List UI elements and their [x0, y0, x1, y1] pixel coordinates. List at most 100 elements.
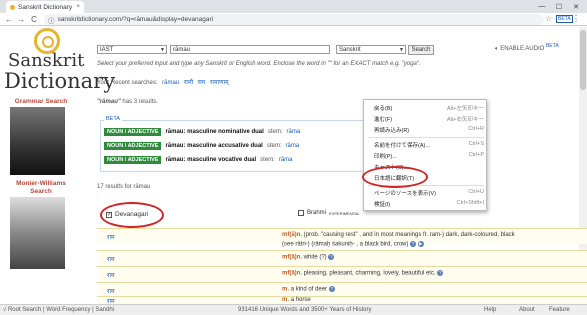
entry-meaning: m. a kind of deer ? [282, 286, 335, 293]
search-input[interactable]: rāmau [170, 45, 330, 54]
menu-item-inspect[interactable]: 検証(I) Ctrl+Shift+I [374, 200, 484, 208]
browser-tabstrip [0, 0, 587, 13]
entry-devanagari[interactable]: राम [107, 255, 115, 263]
menu-item-label: 戻る(B) [374, 106, 393, 112]
entry-gender: mf(ā)n. [282, 254, 302, 261]
menu-item-print[interactable]: 印刷(P)... Ctrl+P [374, 152, 484, 160]
brahmi-checkbox[interactable] [298, 210, 304, 216]
noun-adjective-badge: NOUN / ADJECTIVE [104, 141, 162, 150]
entry-devanagari[interactable]: राम [107, 287, 115, 295]
search-input-value: rāmau [173, 46, 191, 53]
menu-item-view-source[interactable]: ページのソースを表示(V) Ctrl+U [374, 189, 484, 197]
help-link[interactable]: Help [484, 307, 496, 313]
stem-label: stem: [267, 128, 283, 135]
menu-item-shortcut: Ctrl+U [468, 189, 484, 195]
grammar-row: NOUN / ADJECTIVE rāmau: masculine vocati… [104, 155, 293, 164]
enable-audio-toggle[interactable]: 🔈︎ ENABLE AUDIO BETA [495, 43, 559, 53]
recent-link[interactable]: रामौ [184, 80, 193, 86]
extension-badge[interactable]: BETA [556, 15, 573, 23]
panini-portrait[interactable] [10, 107, 65, 175]
menu-item-shortcut: Alt+右矢印キー [446, 117, 484, 123]
result-count-text: has 3 results. [122, 99, 159, 105]
maximize-icon[interactable]: ☐ [552, 0, 566, 13]
entry-meaning: mf(ā)n. pleasing, pleasant, charming, lo… [282, 270, 444, 277]
menu-item-save-as[interactable]: 名前を付けて保存(A)... Ctrl+S [374, 141, 484, 149]
play-icon[interactable]: ▶ [417, 241, 424, 247]
browser-menu-icon[interactable]: ⋮ [572, 14, 580, 23]
stem-link[interactable]: rāma [286, 143, 300, 149]
chevron-down-icon: ▼ [160, 46, 165, 53]
logo-line1[interactable]: Sanskrit [8, 50, 84, 71]
devanagari-checkbox[interactable] [106, 211, 112, 218]
entry-devanagari[interactable]: राम [107, 271, 115, 279]
recent-link[interactable]: रामाणाम् [210, 80, 229, 86]
tab-title: Sanskrit Dictionary [18, 3, 73, 11]
tab-close-icon[interactable]: × [76, 4, 80, 10]
search-hint: Select your preferred input and type any… [97, 61, 421, 67]
info-icon[interactable]: ? [328, 254, 335, 260]
forward-icon[interactable]: → [16, 14, 26, 24]
stem-label: stem: [266, 142, 282, 149]
mw-search-link-line2[interactable]: Search [6, 188, 76, 195]
menu-item-label: 名前を付けて保存(A)... [374, 143, 430, 149]
feature-link[interactable]: Feature [549, 307, 570, 313]
menu-separator [368, 137, 484, 138]
recent-link[interactable]: राम [198, 80, 206, 86]
back-icon[interactable]: ← [4, 14, 14, 24]
stem-link[interactable]: rāma [279, 157, 293, 163]
devanagari-toggle[interactable]: Devanagari [106, 211, 148, 218]
mw-search-link-line1[interactable]: Monier-Williams [6, 180, 76, 187]
entry-text: a horse [290, 297, 311, 303]
context-menu: 戻る(B) Alt+左矢印キー 進む(F) Alt+右矢印キー 再読み込み(R) Ct… [363, 99, 487, 211]
menu-item-forward[interactable]: 進む(F) Alt+右矢印キー [374, 115, 484, 123]
dictionary-table: राम mf(ā)n. (prob. "causing rest" , and … [97, 228, 587, 305]
beta-label: BETA [104, 116, 122, 122]
recent-searches: Your Recent searches: rāmau रामौ राम राम… [97, 78, 229, 86]
grammar-form: rāmau: masculine nominative dual [165, 128, 264, 135]
grammar-form: rāmau: masculine vocative dual [165, 156, 257, 163]
output-scheme-value: Sanskrit [339, 46, 361, 53]
menu-item-label: 進む(F) [374, 117, 393, 123]
minimize-icon[interactable]: — [535, 0, 549, 13]
reload-icon[interactable]: C [29, 14, 39, 24]
entry-gender: mf(ā)n. [282, 270, 302, 277]
menu-item-back[interactable]: 戻る(B) Alt+左矢印キー [374, 104, 484, 112]
recent-link[interactable]: rāmau [162, 80, 179, 86]
input-scheme-select[interactable]: IAST ▼ [97, 45, 167, 54]
about-link[interactable]: About [519, 307, 535, 313]
menu-item-label: 印刷(P)... [374, 154, 397, 160]
info-icon[interactable]: ? [328, 286, 335, 292]
menu-item-label: 検証(I) [374, 202, 391, 208]
input-scheme-value: IAST [100, 46, 114, 53]
experimental-badge: EXPERIMENTAL [329, 210, 360, 216]
menu-item-reload[interactable]: 再読み込み(R) Ctrl+R [374, 126, 484, 134]
entry-text: a kind of deer [290, 286, 328, 293]
noun-adjective-badge: NOUN / ADJECTIVE [104, 155, 162, 164]
output-scheme-select[interactable]: Sanskrit ▼ [336, 45, 406, 54]
search-button[interactable]: Search [408, 45, 434, 55]
bookmark-star-icon[interactable]: ☆ [545, 14, 552, 23]
monier-williams-portrait[interactable] [10, 197, 65, 269]
result-word: "rāmau" [97, 99, 121, 105]
entry-text: white (?) [303, 254, 327, 261]
info-icon[interactable]: ? [437, 270, 444, 276]
stem-link[interactable]: rāma [287, 129, 301, 135]
dictionary-result-count: 17 results for rāmau [97, 184, 151, 190]
entry-gender: m. [282, 286, 290, 293]
info-icon[interactable]: ? [410, 241, 417, 247]
close-window-icon[interactable]: ✕ [569, 0, 583, 13]
audio-label: ENABLE AUDIO [500, 46, 545, 52]
table-row: राम mf(ā)n. white (?) ? [97, 250, 587, 266]
brahmi-toggle[interactable]: Brahmi EXPERIMENTAL [298, 210, 360, 216]
footer-tools[interactable]: √ Root Search | Word Frequency | Sandhi [3, 307, 114, 313]
address-bar[interactable]: ⓘ sanskritdictionary.com/?q=rāmau&displa… [44, 14, 544, 25]
grammar-row: NOUN / ADJECTIVE rāmau: masculine nomina… [104, 127, 300, 136]
address-url: sanskritdictionary.com/?q=rāmau&display=… [57, 16, 214, 23]
browser-tab[interactable]: Sanskrit Dictionary × [6, 1, 84, 13]
stem-label: stem: [260, 156, 275, 163]
grammar-search-link[interactable]: Grammar Search [6, 98, 76, 105]
page-scrollbar-thumb[interactable] [580, 30, 586, 90]
table-row: राम m. a horse [97, 296, 587, 305]
favicon-icon [10, 4, 15, 10]
table-row: राम mf(ā)n. pleasing, pleasant, charming… [97, 266, 587, 282]
